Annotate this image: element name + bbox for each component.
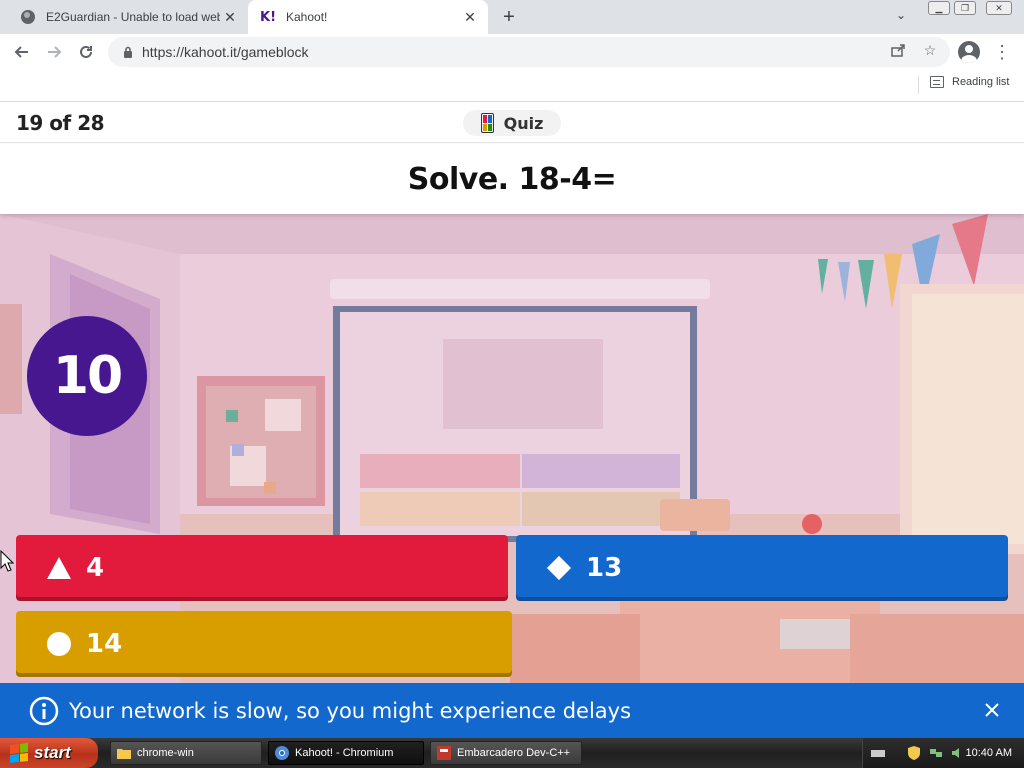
taskbar-item-chrome-win[interactable]: chrome-win xyxy=(110,741,262,765)
tab-search-chevron-icon[interactable]: ⌄ xyxy=(896,8,906,22)
bookmarks-separator xyxy=(918,76,919,94)
reload-icon[interactable] xyxy=(74,40,98,64)
share-icon[interactable] xyxy=(889,41,907,59)
mouse-pointer-icon xyxy=(0,549,15,577)
question-title: Solve. 18-4= xyxy=(407,161,617,197)
answer-label: 13 xyxy=(586,553,623,583)
kahoot-favicon-icon: K! xyxy=(260,9,277,25)
answer-button-diamond[interactable]: 13 xyxy=(516,535,1008,601)
quiz-type-label: Quiz xyxy=(503,113,544,133)
question-bar: Solve. 18-4= xyxy=(0,144,1024,214)
back-arrow-icon[interactable] xyxy=(10,40,34,64)
minimize-window-icon[interactable]: ▁ xyxy=(928,1,950,15)
tab-title: Kahoot! xyxy=(286,10,328,24)
start-button[interactable]: start xyxy=(0,738,98,768)
timer-value: 10 xyxy=(52,346,123,406)
browser-toolbar: https://kahoot.it/gameblock ☆ ⋮ xyxy=(0,34,1024,70)
reading-list-button[interactable]: Reading list xyxy=(930,76,1009,88)
devcpp-icon xyxy=(437,746,451,760)
system-clock: 10:40 AM xyxy=(965,747,1012,759)
reading-list-label: Reading list xyxy=(952,76,1010,88)
close-tab-icon[interactable]: ✕ xyxy=(460,7,480,27)
answer-label: 14 xyxy=(86,629,123,659)
kebab-menu-icon[interactable]: ⋮ xyxy=(993,40,1011,64)
reading-list-icon xyxy=(930,76,944,88)
security-shield-icon[interactable] xyxy=(907,746,921,760)
game-top-bar: 19 of 28 Quiz xyxy=(0,102,1024,143)
countdown-timer: 10 xyxy=(27,316,147,436)
taskbar-item-devcpp[interactable]: Embarcadero Dev-C++ xyxy=(430,741,582,765)
slow-network-banner: Your network is slow, so you might exper… xyxy=(0,683,1024,738)
volume-icon[interactable] xyxy=(951,746,965,760)
close-window-icon[interactable]: ✕ xyxy=(986,1,1012,15)
start-label: start xyxy=(34,743,71,762)
task-label: Kahoot! - Chromium xyxy=(295,747,394,759)
profile-avatar-icon[interactable] xyxy=(958,41,980,63)
windows-logo-icon xyxy=(10,743,28,763)
taskbar-item-kahoot-chromium[interactable]: Kahoot! - Chromium xyxy=(268,741,424,765)
restore-window-icon[interactable]: ❐ xyxy=(954,1,976,15)
circle-icon xyxy=(46,631,72,657)
triangle-icon xyxy=(46,555,72,581)
forward-arrow-icon[interactable] xyxy=(42,40,66,64)
tab-strip: E2Guardian - Unable to load website ✕ K!… xyxy=(0,0,1024,34)
task-label: chrome-win xyxy=(137,747,194,759)
network-icon[interactable] xyxy=(929,746,943,760)
tab-e2guardian[interactable]: E2Guardian - Unable to load website ✕ xyxy=(8,0,248,34)
chromium-icon xyxy=(275,746,289,760)
system-tray: 10:40 AM xyxy=(862,738,1024,768)
lock-icon[interactable] xyxy=(120,44,136,60)
folder-icon xyxy=(117,746,131,760)
globe-icon xyxy=(20,9,36,25)
answer-label: 4 xyxy=(86,553,105,583)
keyboard-icon[interactable] xyxy=(871,746,885,760)
answer-button-circle[interactable]: 14 xyxy=(16,611,512,677)
new-tab-plus-icon[interactable]: + xyxy=(498,6,520,28)
url-text[interactable]: https://kahoot.it/gameblock xyxy=(142,44,309,60)
close-banner-icon[interactable] xyxy=(980,698,1004,722)
bookmark-star-icon[interactable]: ☆ xyxy=(921,41,939,59)
task-label: Embarcadero Dev-C++ xyxy=(457,747,571,759)
address-bar[interactable]: https://kahoot.it/gameblock xyxy=(108,37,950,67)
os-taskbar: start chrome-win Kahoot! - Chromium Emba… xyxy=(0,738,1024,768)
quiz-type-pill: Quiz xyxy=(463,110,561,136)
question-counter: 19 of 28 xyxy=(16,111,105,135)
banner-message: Your network is slow, so you might exper… xyxy=(69,698,632,723)
diamond-icon xyxy=(546,555,572,581)
tab-title: E2Guardian - Unable to load website xyxy=(46,10,220,24)
info-icon xyxy=(29,696,59,726)
tab-kahoot[interactable]: K! Kahoot! ✕ xyxy=(248,0,488,34)
answer-button-triangle[interactable]: 4 xyxy=(16,535,508,601)
close-tab-icon[interactable]: ✕ xyxy=(220,7,240,27)
bookmarks-bar: Reading list xyxy=(0,70,1024,100)
quiz-grid-icon xyxy=(480,113,494,133)
